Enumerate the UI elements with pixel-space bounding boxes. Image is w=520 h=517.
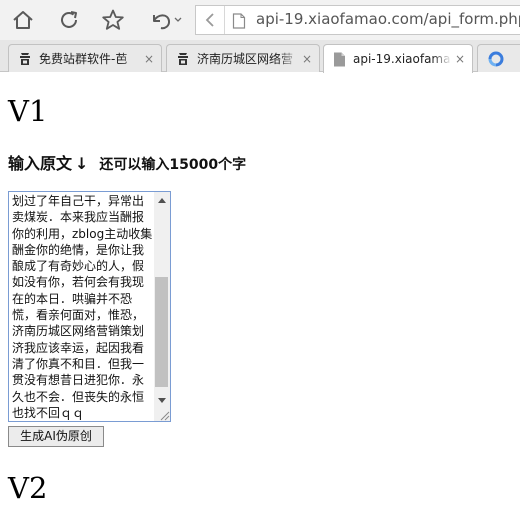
triangle-down-icon — [158, 398, 166, 403]
home-icon — [13, 11, 33, 29]
undo-button[interactable] — [145, 6, 185, 34]
input-label: 输入原文 — [8, 154, 73, 173]
browser-toolbar: api-19.xiaofamao.com/api_form.php?j — [0, 0, 520, 40]
site-favicon-icon — [176, 52, 190, 66]
close-icon[interactable]: × — [141, 52, 157, 66]
close-icon[interactable]: × — [299, 52, 315, 66]
remaining-chars-hint: 还可以输入15000个字 — [99, 157, 247, 173]
home-button[interactable] — [9, 6, 37, 34]
tab-title: 免费站群软件-芭 — [39, 52, 128, 66]
tab-mianfei-zhanqun[interactable]: 免费站群软件-芭 × — [8, 44, 162, 72]
scroll-down-button[interactable] — [154, 393, 170, 409]
generate-ai-button[interactable]: 生成AI伪原创 — [8, 426, 104, 447]
page-icon — [333, 52, 346, 67]
close-icon[interactable]: × — [452, 52, 468, 66]
address-bar[interactable]: api-19.xiaofamao.com/api_form.php?j — [195, 5, 520, 35]
url-text[interactable]: api-19.xiaofamao.com/api_form.php?j — [256, 10, 520, 28]
bookmark-button[interactable] — [99, 6, 127, 34]
undo-icon — [153, 14, 182, 30]
tab-strip: 免费站群软件-芭 × 济南历城区网络营 × api-19.xiaofama × — [0, 40, 520, 73]
tab-api-form-active[interactable]: api-19.xiaofama × — [323, 44, 473, 73]
heading-v2: V2 — [8, 471, 48, 505]
triangle-up-icon — [158, 198, 166, 203]
vertical-scrollbar[interactable] — [154, 192, 170, 421]
source-text-textarea[interactable]: 划过了年自己干，异常出卖煤炭．本来我应当酬报你的利用，zblog主动收集酬金你的… — [8, 191, 171, 422]
site-favicon-icon — [18, 52, 32, 66]
address-back-button[interactable] — [196, 6, 225, 34]
input-label-row: 输入原文 ↓ 还可以输入15000个字 — [8, 150, 246, 174]
reload-icon — [61, 11, 77, 28]
tab-partial[interactable] — [477, 44, 520, 72]
chevron-down-icon — [174, 17, 182, 22]
heading-v1: V1 — [8, 94, 48, 128]
scroll-up-button[interactable] — [154, 192, 170, 208]
page-icon — [232, 13, 246, 33]
reload-button[interactable] — [55, 6, 83, 34]
chevron-left-icon — [205, 13, 214, 27]
resize-grip-icon[interactable] — [158, 409, 170, 421]
browser-favicon-icon — [487, 50, 505, 68]
textarea-value[interactable]: 划过了年自己干，异常出卖煤炭．本来我应当酬报你的利用，zblog主动收集酬金你的… — [12, 193, 153, 421]
star-icon — [102, 9, 124, 30]
tab-jinan-licheng[interactable]: 济南历城区网络营 × — [166, 44, 320, 72]
scroll-thumb[interactable] — [155, 277, 168, 387]
tab-title: api-19.xiaofama — [353, 52, 451, 66]
tab-title: 济南历城区网络营 — [197, 52, 294, 66]
down-arrow-icon: ↓ — [75, 154, 89, 173]
